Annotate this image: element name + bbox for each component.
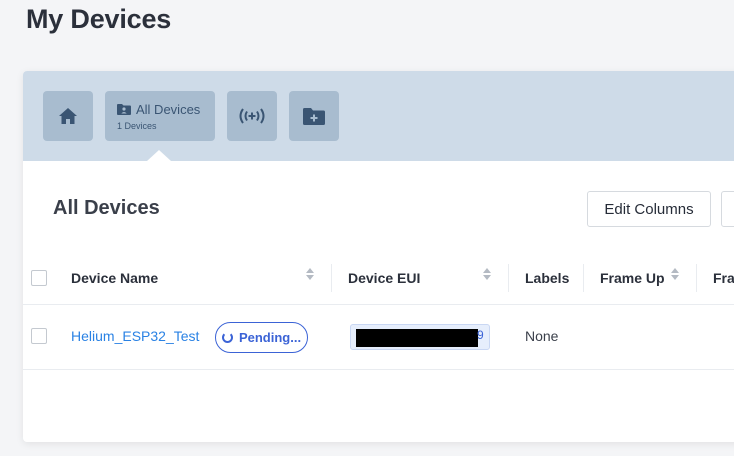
spinner-icon: [221, 332, 233, 343]
all-devices-count: 1 Devices: [117, 120, 157, 131]
sort-device-eui-icon[interactable]: [483, 268, 491, 280]
table-row[interactable]: Helium_ESP32_Test Pending... 9 None: [23, 305, 734, 370]
table-header: Device Name Device EUI Labels Frame Up F…: [23, 251, 734, 305]
column-device-name[interactable]: Device Name: [71, 251, 158, 305]
sort-device-name-icon[interactable]: [306, 268, 314, 280]
select-all-checkbox[interactable]: [31, 270, 47, 286]
eui-tail: 9: [477, 328, 484, 342]
row-checkbox[interactable]: [31, 328, 47, 344]
add-folder-button[interactable]: [289, 91, 339, 141]
all-devices-button[interactable]: All Devices 1 Devices: [105, 91, 215, 141]
home-button[interactable]: [43, 91, 93, 141]
home-icon: [59, 108, 77, 124]
column-divider: [696, 264, 697, 292]
page-title: My Devices: [26, 4, 172, 34]
sort-frame-up-icon[interactable]: [671, 268, 679, 280]
column-labels[interactable]: Labels: [525, 251, 569, 305]
device-eui-field[interactable]: 9: [350, 324, 490, 350]
folder-toolbar: All Devices 1 Devices: [23, 71, 734, 161]
labels-value: None: [525, 328, 559, 344]
status-label: Pending...: [238, 330, 302, 345]
devices-card: All Devices 1 Devices All Devices Edit C…: [23, 71, 734, 442]
column-frame-up[interactable]: Frame Up: [600, 251, 665, 305]
device-name-link[interactable]: Helium_ESP32_Test: [71, 328, 199, 344]
broadcast-button[interactable]: [227, 91, 277, 141]
status-badge: Pending...: [215, 322, 308, 353]
all-devices-label: All Devices: [136, 101, 201, 117]
broadcast-icon: [239, 108, 265, 124]
column-divider: [508, 264, 509, 292]
column-frame-down[interactable]: Fra: [713, 251, 734, 305]
column-divider: [331, 264, 332, 292]
selected-pointer: [147, 150, 171, 161]
folder-user-icon: [117, 104, 131, 115]
folder-plus-icon: [303, 108, 325, 125]
column-divider: [583, 264, 584, 292]
edit-columns-button[interactable]: Edit Columns: [587, 191, 711, 227]
section-title: All Devices: [53, 197, 160, 219]
eui-redaction: [356, 329, 478, 347]
toolbar-next-button[interactable]: [721, 191, 734, 227]
column-device-eui[interactable]: Device EUI: [348, 251, 420, 305]
